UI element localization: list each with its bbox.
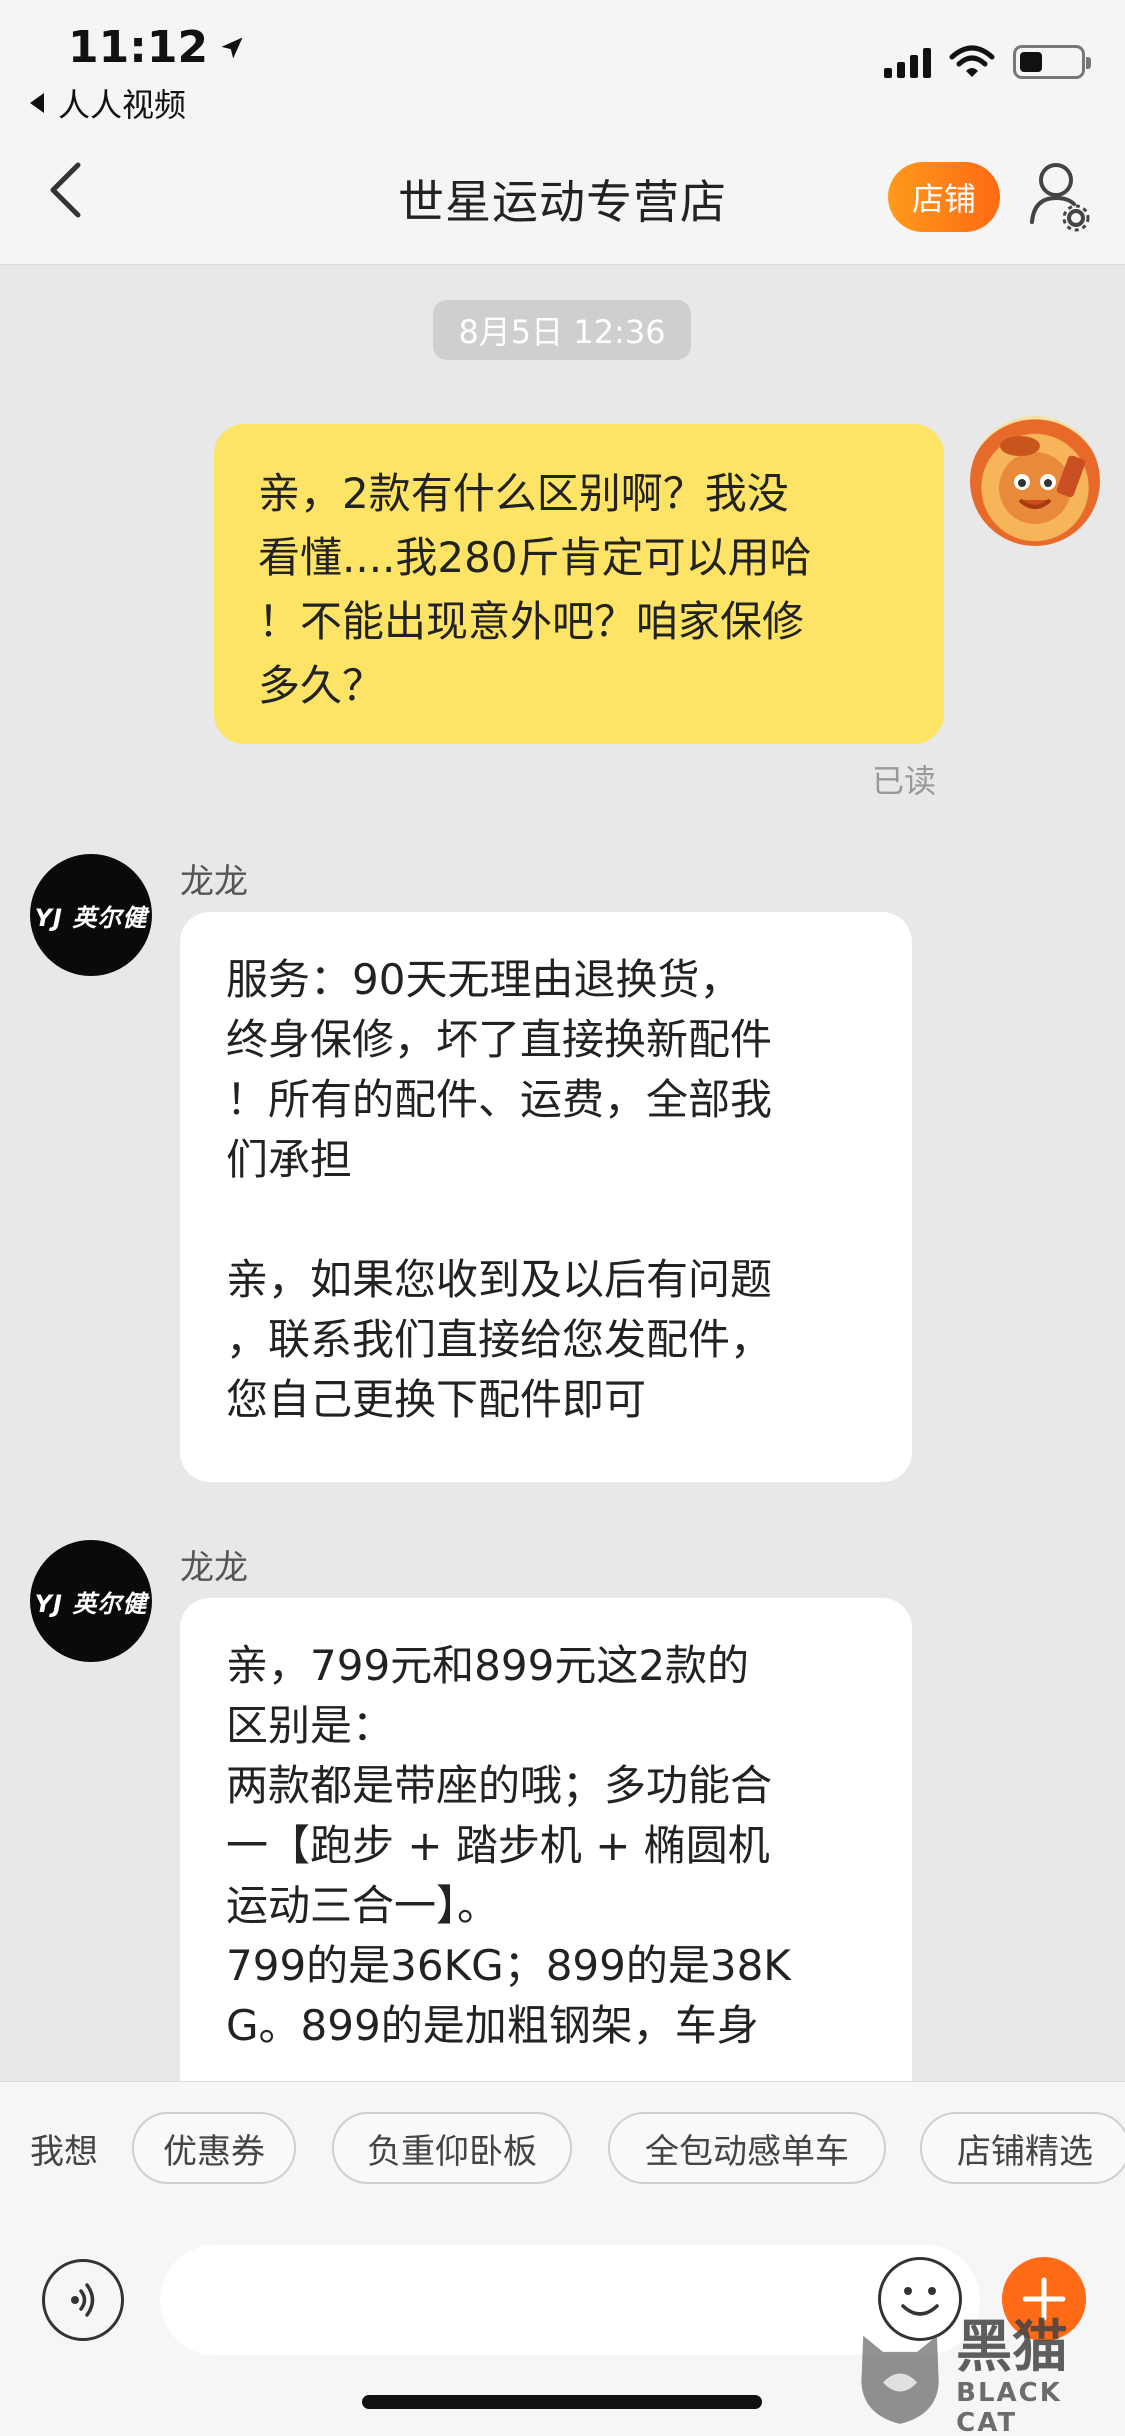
shop-avatar[interactable]: YJ 英尔健 <box>30 1540 152 1662</box>
watermark-en: BLACK CAT <box>956 2378 1062 2436</box>
home-indicator[interactable] <box>362 2395 762 2409</box>
message-list[interactable]: 8月5日 12:36 亲，2款有什么区别啊？我没 看懂....我280斤肯定可以… <box>0 266 1125 2081</box>
incoming-message[interactable]: 服务：90天无理由退换货， 终身保修，坏了直接换新配件 ！所有的配件、运费，全部… <box>180 912 912 1482</box>
avatar-logo: YJ 英尔健 <box>34 1589 148 1618</box>
read-status: 已读 <box>872 762 937 800</box>
status-time: 11:12 <box>68 22 246 73</box>
message-timestamp: 8月5日 12:36 <box>433 300 691 360</box>
quick-reply-label: 我想 <box>30 2132 98 2172</box>
location-arrow-icon <box>221 37 243 58</box>
message-line: 799的是36KG；899的是38K <box>226 1941 791 1990</box>
voice-icon <box>71 2283 95 2317</box>
black-cat-logo-icon <box>861 2335 939 2424</box>
chat-screen: 11:12 人人视频 世星运动专营店 店铺 8月5日 12:36 亲，2款有什么… <box>0 0 1125 2436</box>
back-to-app[interactable]: 人人视频 <box>28 80 186 126</box>
top-bar: 11:12 人人视频 世星运动专营店 店铺 <box>0 0 1125 265</box>
shop-button[interactable]: 店铺 <box>888 162 1000 232</box>
sender-name: 龙龙 <box>180 862 248 902</box>
message-line: 终身保修，坏了直接换新配件 <box>226 1015 773 1064</box>
battery-icon <box>1013 45 1091 79</box>
message-line: 服务：90天无理由退换货， <box>226 955 742 1004</box>
message-line: ！所有的配件、运费，全部我 <box>226 1075 773 1124</box>
wifi-icon <box>949 45 995 77</box>
user-settings-icon <box>1030 163 1090 232</box>
message-line: ，联系我们直接给您发配件， <box>226 1315 773 1364</box>
quick-reply-bar: 我想 优惠券 负重仰卧板 全包动感单车 店铺精选 <box>0 2081 1125 2211</box>
outgoing-message[interactable]: 亲，2款有什么区别啊？我没 看懂....我280斤肯定可以用哈 ！不能出现意外吧… <box>214 424 944 744</box>
message-line: 亲，799元和899元这2款的 <box>226 1641 750 1690</box>
shop-avatar[interactable]: YJ 英尔健 <box>30 854 152 976</box>
message-line: 多久？ <box>258 661 385 710</box>
watermark-text: 黑猫 BLACK CAT <box>956 2318 1116 2436</box>
message-line: 运动三合一】。 <box>226 1881 500 1930</box>
status-icons <box>884 45 1091 79</box>
user-settings-button[interactable] <box>1028 160 1090 232</box>
avatar-logo: YJ 英尔健 <box>34 903 148 932</box>
quick-reply-chip[interactable]: 优惠券 <box>132 2112 296 2184</box>
incoming-message[interactable]: 亲，799元和899元这2款的 区别是： 两款都是带座的哦；多功能合 一【跑步 … <box>180 1598 912 2081</box>
quick-reply-chip[interactable]: 全包动感单车 <box>608 2112 886 2184</box>
message-line: 两款都是带座的哦；多功能合 <box>226 1761 773 1810</box>
message-line: 看懂....我280斤肯定可以用哈 <box>258 533 812 582</box>
message-line: 您自己更换下配件即可 <box>226 1375 647 1424</box>
message-line: G。899的是加粗钢架，车身 <box>226 2001 759 2050</box>
my-avatar[interactable] <box>970 416 1100 546</box>
message-line: 一【跑步 + 踏步机 + 椭圆机 <box>226 1821 770 1870</box>
cartoon-avatar-icon <box>999 436 1086 524</box>
message-line <box>226 1190 866 1250</box>
sender-name: 龙龙 <box>180 1548 248 1588</box>
voice-button[interactable] <box>42 2259 124 2341</box>
message-line: 们承担 <box>226 1135 353 1184</box>
clock: 11:12 <box>68 22 209 73</box>
message-line: 亲，2款有什么区别啊？我没 <box>258 469 789 518</box>
message-line: ！不能出现意外吧？咱家保修 <box>258 597 805 646</box>
signal-icon <box>884 46 931 78</box>
quick-reply-chip[interactable]: 负重仰卧板 <box>332 2112 572 2184</box>
watermark: 黑猫 BLACK CAT <box>856 2318 1116 2436</box>
message-line: 区别是： <box>226 1701 395 1750</box>
quick-reply-chip[interactable]: 店铺精选 <box>920 2112 1125 2184</box>
back-triangle-icon <box>30 93 44 113</box>
message-line: 亲，如果您收到及以后有问题 <box>226 1255 773 1304</box>
watermark-cn: 黑猫 <box>956 2315 1069 2380</box>
back-app-label: 人人视频 <box>58 86 187 124</box>
